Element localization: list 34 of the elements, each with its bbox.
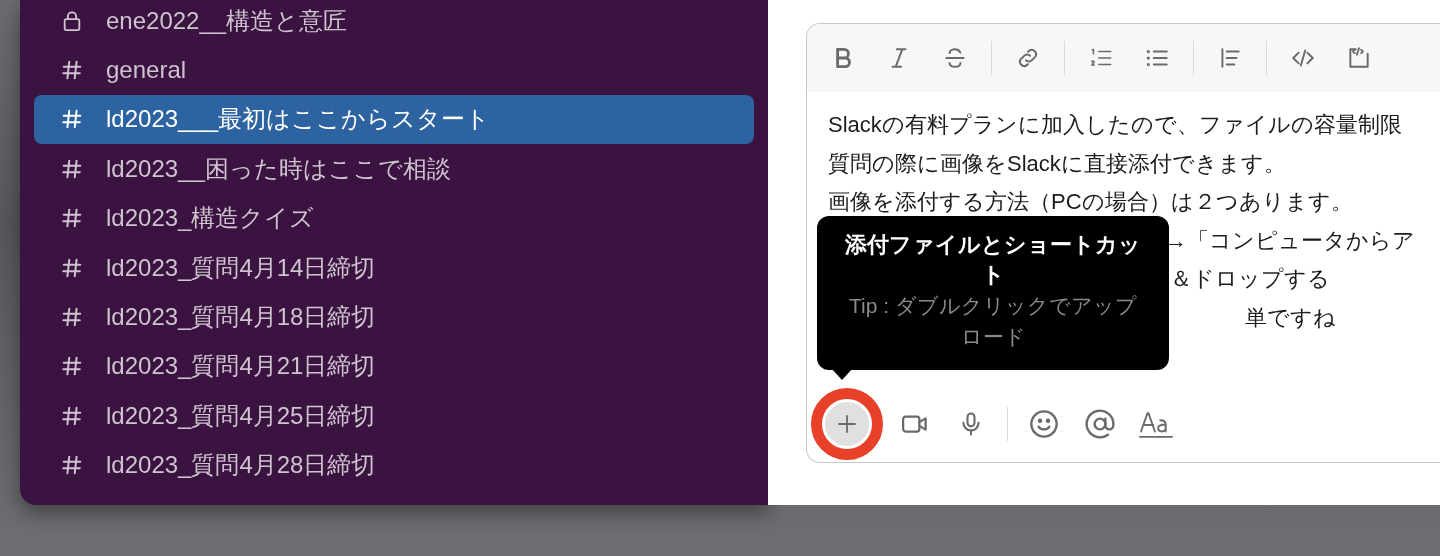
channel-item[interactable]: ld2023_質問4月18日締切 xyxy=(34,292,754,342)
tooltip-title: 添付ファイルとショートカット xyxy=(844,231,1142,289)
hash-icon xyxy=(61,256,83,279)
hash-icon xyxy=(61,454,83,477)
channel-item[interactable]: ld2023_質問4月21日締切 xyxy=(34,341,754,392)
hash-icon xyxy=(61,355,83,378)
channel-item[interactable]: ld2023_質問4月28日締切 xyxy=(34,440,754,490)
lock-icon xyxy=(61,9,83,32)
smiley-icon xyxy=(1028,408,1060,440)
message-text: 質問の際に画像をSlackに直接添付できます。 xyxy=(828,150,1286,176)
message-text: 単ですね xyxy=(1245,304,1336,330)
code-block-icon xyxy=(1346,45,1372,71)
channel-item[interactable]: general xyxy=(34,45,754,95)
tooltip-hint: Tip : ダブルクリックでアップロード xyxy=(848,293,1138,350)
channel-item[interactable]: ld2023_質問4月25日締切 xyxy=(34,391,754,441)
text-format-icon xyxy=(1138,409,1174,439)
channel-item[interactable]: ene2022__構造と意匠 xyxy=(34,0,754,46)
hash-icon xyxy=(61,306,83,329)
message-text: 画像を添付する方法（PCの場合）は２つあります。 xyxy=(828,189,1353,214)
hash-icon xyxy=(61,59,83,82)
plus-icon xyxy=(835,412,859,436)
hash-icon xyxy=(61,207,83,230)
hash-icon xyxy=(61,108,83,131)
message-text: ＆ドロップする xyxy=(1170,266,1330,291)
hash-icon xyxy=(61,157,83,180)
hash-icon xyxy=(61,404,83,427)
message-text: Slackの有料プランに加入したので、ファイルの容量制限 xyxy=(828,112,1402,137)
attach-button[interactable] xyxy=(825,402,869,446)
channel-item[interactable]: ld2023___最初はここからスタート xyxy=(34,94,754,145)
channel-item[interactable]: ld2023_質問4月14日締切 xyxy=(34,242,754,293)
message-text: →「コンピュータからア xyxy=(1165,227,1415,253)
channel-item[interactable]: ld2023__困った時はここで相談 xyxy=(34,144,754,194)
at-sign-icon xyxy=(1084,408,1116,440)
channel-item[interactable]: ld2023_構造クイズ xyxy=(34,193,754,243)
